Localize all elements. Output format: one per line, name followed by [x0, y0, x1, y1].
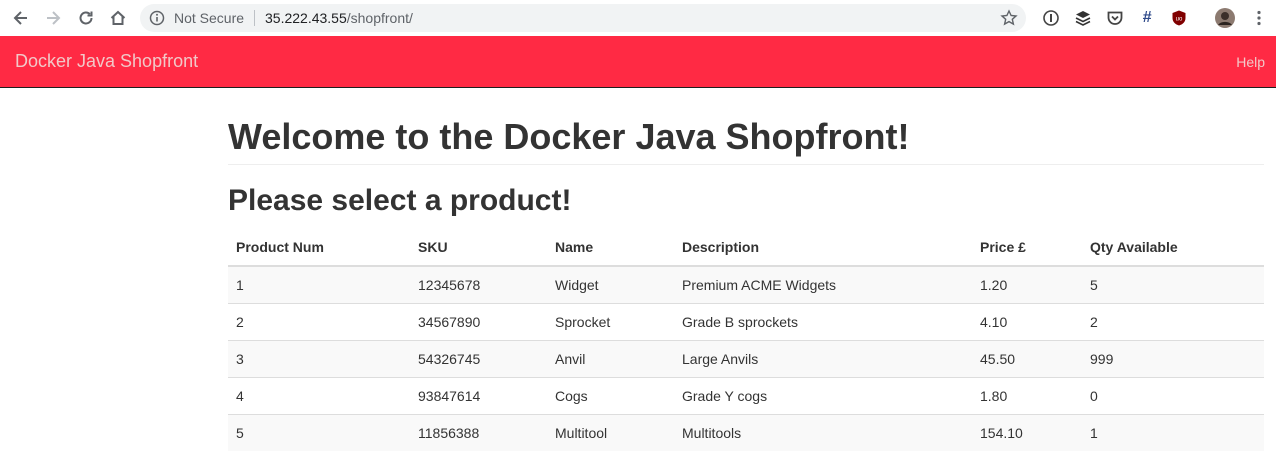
- cell-product-num: 3: [228, 340, 410, 378]
- column-header-sku: SKU: [410, 228, 547, 267]
- address-divider: [254, 10, 255, 26]
- cell-name: Cogs: [547, 377, 674, 415]
- cell-product-num: 1: [228, 265, 410, 304]
- table-header-row: Product Num SKU Name Description Price £…: [228, 228, 1264, 267]
- home-icon[interactable]: [106, 6, 130, 30]
- ublock-icon[interactable]: uo: [1169, 8, 1189, 28]
- back-icon[interactable]: [9, 6, 33, 30]
- url-host: 35.222.43.55: [265, 10, 347, 26]
- column-header-description: Description: [674, 228, 972, 267]
- page-subtitle: Please select a product!: [228, 184, 572, 217]
- cell-qty: 5: [1082, 265, 1264, 304]
- cell-description: Multitools: [674, 414, 972, 451]
- menu-icon[interactable]: [1249, 8, 1269, 28]
- cell-sku: 11856388: [410, 414, 547, 451]
- cell-sku: 93847614: [410, 377, 547, 415]
- column-header-price: Price £: [972, 228, 1082, 267]
- url-path: /shopfront/: [346, 10, 413, 26]
- cell-product-num: 5: [228, 414, 410, 451]
- cell-price: 45.50: [972, 340, 1082, 378]
- cell-name: Multitool: [547, 414, 674, 451]
- cell-description: Grade Y cogs: [674, 377, 972, 415]
- cell-sku: 12345678: [410, 265, 547, 304]
- cell-name: Widget: [547, 265, 674, 304]
- cell-name: Sprocket: [547, 303, 674, 341]
- browser-toolbar: Not Secure 35.222.43.55/shopfront/ # uo: [0, 0, 1276, 36]
- svg-text:uo: uo: [1176, 17, 1183, 23]
- products-table: Product Num SKU Name Description Price £…: [228, 228, 1264, 451]
- table-row[interactable]: 2 34567890 Sprocket Grade B sprockets 4.…: [228, 303, 1264, 341]
- table-row[interactable]: 4 93847614 Cogs Grade Y cogs 1.80 0: [228, 377, 1264, 415]
- cell-qty: 1: [1082, 414, 1264, 451]
- cell-price: 1.20: [972, 265, 1082, 304]
- star-icon[interactable]: [1000, 9, 1018, 30]
- help-link[interactable]: Help: [1236, 54, 1265, 70]
- table-row[interactable]: 1 12345678 Widget Premium ACME Widgets 1…: [228, 265, 1264, 304]
- cell-product-num: 2: [228, 303, 410, 341]
- forward-icon[interactable]: [41, 6, 65, 30]
- cell-name: Anvil: [547, 340, 674, 378]
- table-row[interactable]: 3 54326745 Anvil Large Anvils 45.50 999: [228, 340, 1264, 378]
- column-header-name: Name: [547, 228, 674, 267]
- cell-description: Large Anvils: [674, 340, 972, 378]
- cell-price: 1.80: [972, 377, 1082, 415]
- cell-qty: 2: [1082, 303, 1264, 341]
- cell-description: Premium ACME Widgets: [674, 265, 972, 304]
- cell-qty: 0: [1082, 377, 1264, 415]
- extension-icon[interactable]: [1041, 8, 1061, 28]
- cell-sku: 54326745: [410, 340, 547, 378]
- cell-price: 4.10: [972, 303, 1082, 341]
- page-title: Welcome to the Docker Java Shopfront!: [228, 116, 910, 157]
- cell-product-num: 4: [228, 377, 410, 415]
- url-text: 35.222.43.55/shopfront/: [265, 10, 413, 26]
- column-header-product-num: Product Num: [228, 228, 410, 267]
- cell-qty: 999: [1082, 340, 1264, 378]
- address-bar[interactable]: Not Secure 35.222.43.55/shopfront/: [140, 4, 1026, 32]
- column-header-qty: Qty Available: [1082, 228, 1264, 267]
- reload-icon[interactable]: [74, 6, 98, 30]
- cell-sku: 34567890: [410, 303, 547, 341]
- app-navbar: Docker Java Shopfront Help: [0, 36, 1276, 88]
- layers-icon[interactable]: [1073, 8, 1093, 28]
- cell-description: Grade B sprockets: [674, 303, 972, 341]
- security-label: Not Secure: [174, 10, 245, 26]
- info-icon[interactable]: [149, 10, 165, 29]
- cell-price: 154.10: [972, 414, 1082, 451]
- profile-avatar[interactable]: [1215, 8, 1235, 28]
- brand-link[interactable]: Docker Java Shopfront: [15, 51, 198, 72]
- title-divider: [228, 164, 1264, 165]
- hashtag-icon[interactable]: #: [1137, 8, 1157, 28]
- table-row[interactable]: 5 11856388 Multitool Multitools 154.10 1: [228, 414, 1264, 451]
- pocket-icon[interactable]: [1105, 8, 1125, 28]
